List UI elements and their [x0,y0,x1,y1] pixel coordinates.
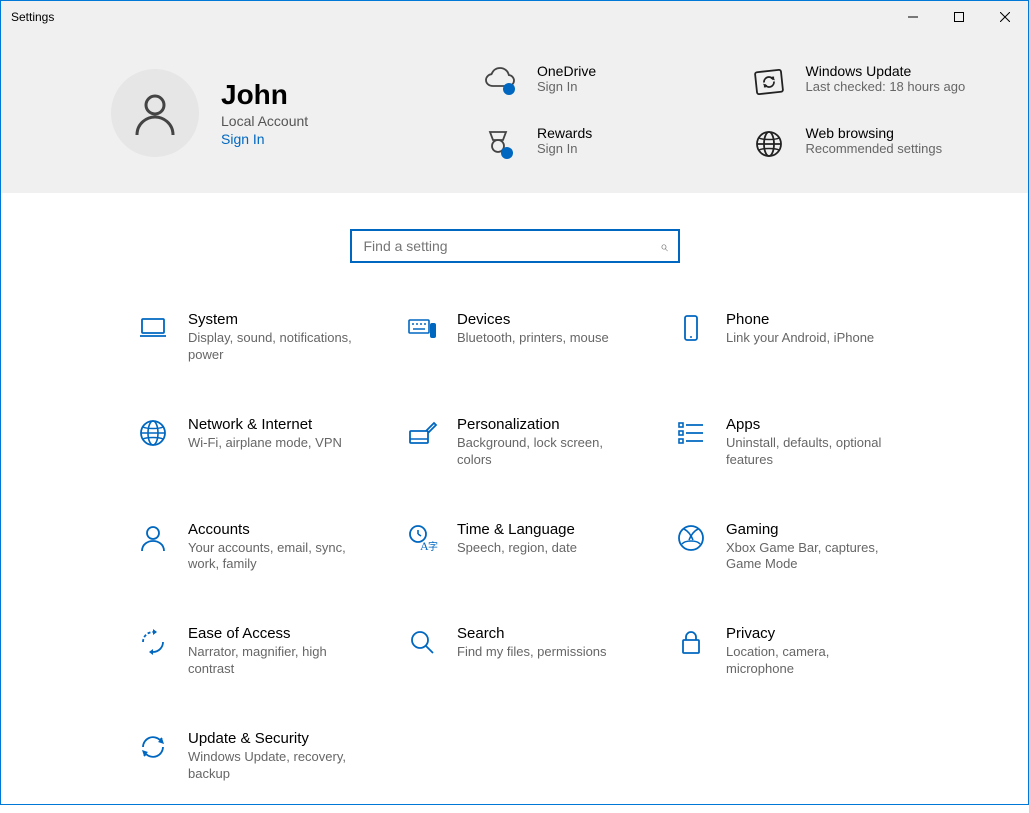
header-link-title: OneDrive [537,63,596,79]
category-title: Ease of Access [188,625,358,642]
category-sub: Xbox Game Bar, captures, Game Mode [726,540,896,574]
category-gaming[interactable]: Gaming Xbox Game Bar, captures, Game Mod… [674,521,923,574]
minimize-button[interactable] [890,1,936,33]
account-type: Local Account [221,113,308,129]
ease-of-access-icon [136,625,170,659]
category-sub: Speech, region, date [457,540,577,557]
search-input[interactable] [362,237,660,255]
category-apps[interactable]: Apps Uninstall, defaults, optional featu… [674,416,923,469]
laptop-icon [136,311,170,345]
search-box[interactable]: ⌕ [350,229,680,263]
search-icon: ⌕ [660,238,668,255]
lock-icon [674,625,708,659]
svg-text:字: 字 [428,540,438,553]
category-sub: Location, camera, microphone [726,644,896,678]
category-title: Devices [457,311,609,328]
header-link-sub: Sign In [537,79,596,94]
update-icon [750,63,788,101]
header-link-onedrive[interactable]: OneDrive Sign In [481,63,720,101]
list-icon [674,416,708,450]
category-sub: Uninstall, defaults, optional features [726,435,896,469]
category-title: Time & Language [457,521,577,538]
category-title: Privacy [726,625,896,642]
category-accounts[interactable]: Accounts Your accounts, email, sync, wor… [136,521,385,574]
header-link-sub: Sign In [537,141,592,156]
account-signin-link[interactable]: Sign In [221,131,308,147]
header-link-windows-update[interactable]: Windows Update Last checked: 18 hours ag… [750,63,989,101]
category-devices[interactable]: Devices Bluetooth, printers, mouse [405,311,654,364]
paint-icon [405,416,439,450]
header-link-sub: Last checked: 18 hours ago [806,79,966,94]
maximize-button[interactable] [936,1,982,33]
phone-icon [674,311,708,345]
header-banner: John Local Account Sign In OneDrive Sign… [1,33,1028,193]
category-sub: Windows Update, recovery, backup [188,749,358,783]
header-link-title: Web browsing [806,125,943,141]
cloud-icon [481,63,519,101]
globe-dark-icon [750,125,788,163]
category-search[interactable]: Search Find my files, permissions [405,625,654,678]
sync-icon [136,730,170,764]
category-system[interactable]: System Display, sound, notifications, po… [136,311,385,364]
category-title: Personalization [457,416,627,433]
category-sub: Narrator, magnifier, high contrast [188,644,358,678]
category-update-security[interactable]: Update & Security Windows Update, recove… [136,730,385,783]
account-block[interactable]: John Local Account Sign In [111,63,481,163]
category-sub: Background, lock screen, colors [457,435,627,469]
window-title: Settings [11,10,54,24]
category-title: Search [457,625,607,642]
header-link-title: Rewards [537,125,592,141]
category-sub: Link your Android, iPhone [726,330,874,347]
category-privacy[interactable]: Privacy Location, camera, microphone [674,625,923,678]
category-network[interactable]: Network & Internet Wi-Fi, airplane mode,… [136,416,385,469]
category-sub: Display, sound, notifications, power [188,330,358,364]
globe-icon [136,416,170,450]
category-title: Phone [726,311,874,328]
medal-icon [481,125,519,163]
xbox-icon [674,521,708,555]
category-title: Gaming [726,521,896,538]
category-title: Accounts [188,521,358,538]
category-title: Network & Internet [188,416,342,433]
category-title: Apps [726,416,896,433]
category-ease-of-access[interactable]: Ease of Access Narrator, magnifier, high… [136,625,385,678]
categories-grid: System Display, sound, notifications, po… [1,281,1028,813]
category-title: System [188,311,358,328]
category-sub: Find my files, permissions [457,644,607,661]
keyboard-icon [405,311,439,345]
time-language-icon: A字 [405,521,439,555]
header-link-web-browsing[interactable]: Web browsing Recommended settings [750,125,989,163]
category-sub: Wi-Fi, airplane mode, VPN [188,435,342,452]
category-phone[interactable]: Phone Link your Android, iPhone [674,311,923,364]
category-sub: Bluetooth, printers, mouse [457,330,609,347]
header-link-title: Windows Update [806,63,966,79]
close-button[interactable] [982,1,1028,33]
avatar [111,69,199,157]
category-personalization[interactable]: Personalization Background, lock screen,… [405,416,654,469]
header-link-rewards[interactable]: Rewards Sign In [481,125,720,163]
account-name: John [221,79,308,111]
header-link-sub: Recommended settings [806,141,943,156]
magnifier-icon [405,625,439,659]
category-title: Update & Security [188,730,358,747]
category-time-language[interactable]: A字 Time & Language Speech, region, date [405,521,654,574]
category-sub: Your accounts, email, sync, work, family [188,540,358,574]
titlebar: Settings [1,1,1028,33]
person-icon [136,521,170,555]
